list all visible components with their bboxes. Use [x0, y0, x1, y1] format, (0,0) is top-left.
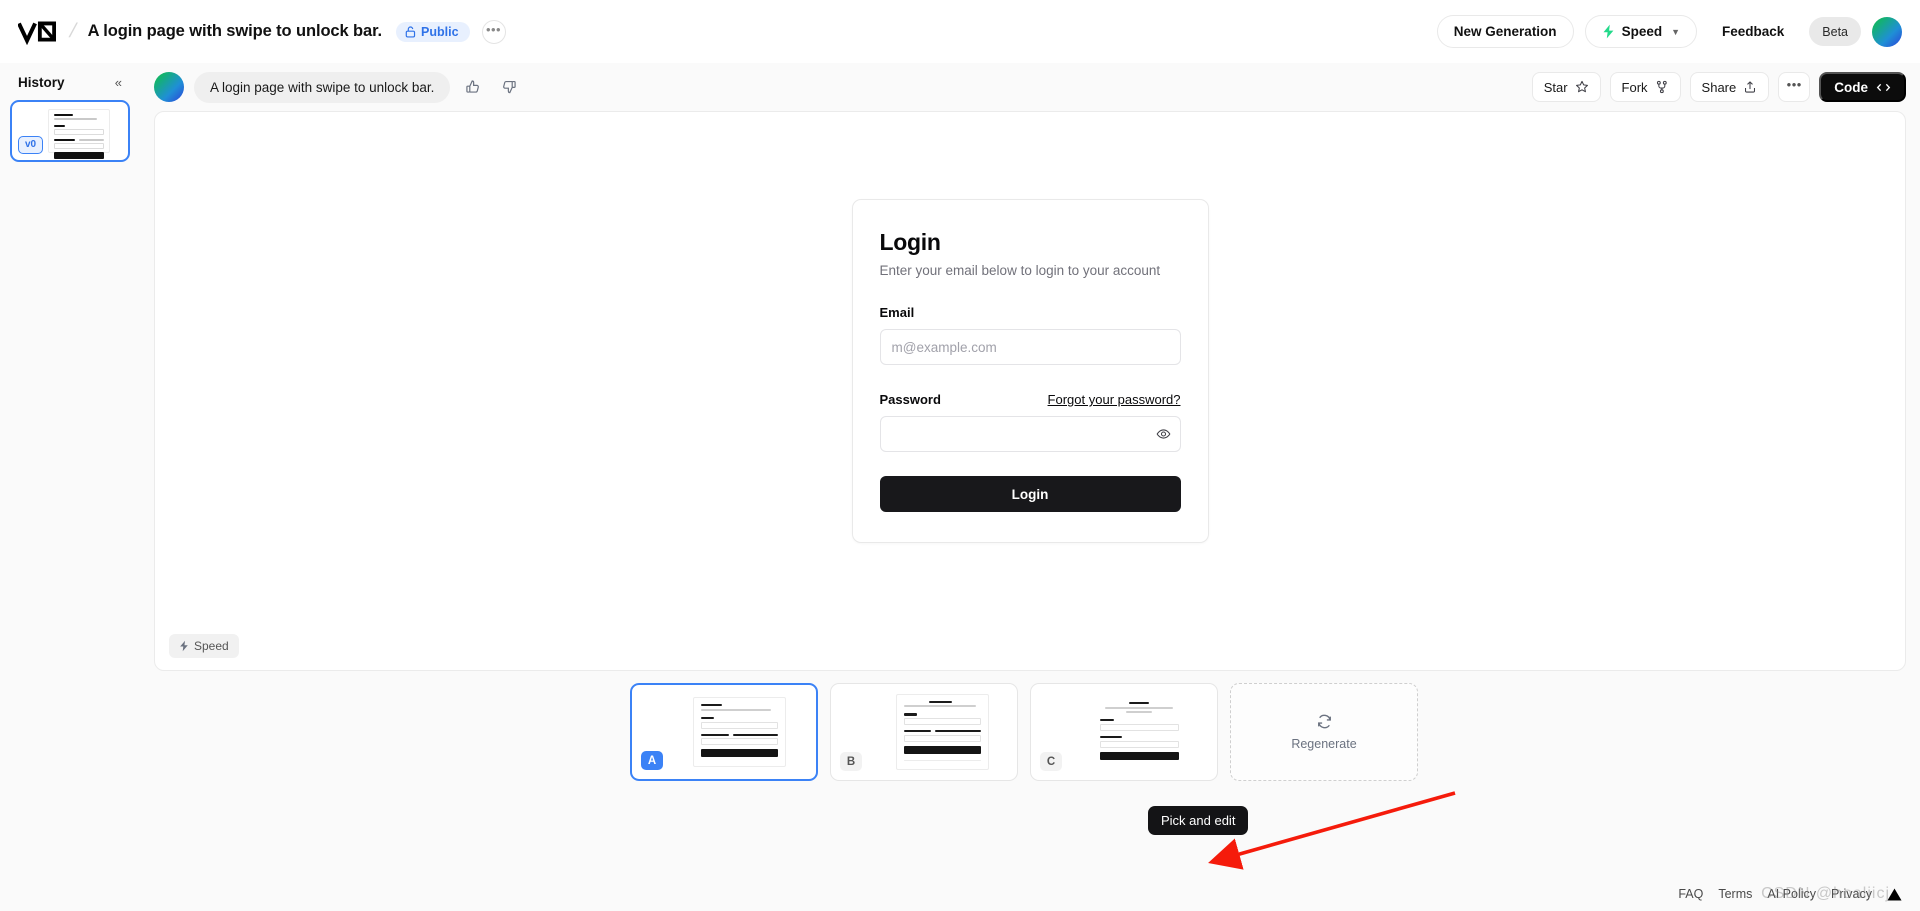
visibility-badge[interactable]: Public — [396, 21, 470, 42]
variant-card-c[interactable]: C — [1030, 683, 1218, 781]
variant-card-b[interactable]: B — [830, 683, 1018, 781]
chevron-down-icon: ▼ — [1671, 26, 1680, 37]
unlock-icon — [405, 25, 416, 38]
speed-mode-button[interactable]: Speed ▼ — [1584, 15, 1697, 48]
footer-link-ai-policy[interactable]: AI Policy — [1767, 887, 1816, 901]
star-button[interactable]: Star — [1531, 72, 1601, 102]
star-label: Star — [1543, 79, 1568, 95]
preview-area: Login Enter your email below to login to… — [140, 111, 1920, 671]
regenerate-label: Regenerate — [1291, 737, 1357, 751]
new-generation-button[interactable]: New Generation — [1436, 15, 1574, 48]
history-version-badge: v0 — [18, 136, 44, 154]
history-item-v0[interactable]: v0 — [10, 100, 130, 162]
beta-badge: Beta — [1809, 17, 1861, 46]
login-title: Login — [879, 229, 941, 255]
share-icon — [1745, 81, 1756, 93]
chevrons-left-icon[interactable]: « — [115, 76, 122, 89]
variant-thumbnail — [1092, 695, 1186, 769]
header-actions: New Generation Speed ▼ Feedback Beta — [1436, 15, 1902, 48]
footer-link-privacy[interactable]: Privacy — [1831, 887, 1872, 901]
generation-toolbar: A login page with swipe to unlock bar. S… — [140, 63, 1920, 111]
email-input[interactable] — [879, 329, 1181, 365]
share-button[interactable]: Share — [1689, 72, 1770, 102]
v0-logo-icon[interactable] — [18, 19, 66, 45]
history-sidebar: History « v0 — [0, 63, 140, 911]
pick-and-edit-tooltip: Pick and edit — [1148, 806, 1249, 835]
speed-status-badge: Speed — [169, 634, 239, 658]
password-label: Password — [879, 392, 941, 407]
history-thumbnail — [48, 109, 110, 159]
footer-link-faq[interactable]: FAQ — [1678, 887, 1703, 901]
star-icon — [1575, 80, 1588, 93]
code-button[interactable]: Code — [1819, 72, 1906, 102]
lightning-icon — [180, 640, 188, 652]
refresh-icon — [1317, 714, 1331, 729]
variant-thumbnail — [895, 693, 989, 771]
share-label: Share — [1701, 79, 1737, 95]
project-more-button[interactable]: ••• — [481, 19, 506, 44]
generation-more-button[interactable]: ••• — [1778, 72, 1811, 102]
fork-label: Fork — [1621, 79, 1648, 95]
sidebar-title: History — [18, 75, 65, 90]
login-subtitle: Enter your email below to login to your … — [879, 263, 1161, 278]
feedback-button[interactable]: Feedback — [1708, 15, 1798, 48]
forgot-password-link[interactable]: Forgot your password? — [1048, 392, 1181, 407]
sidebar-header: History « — [10, 71, 130, 100]
breadcrumb-separator: / — [67, 20, 79, 42]
assistant-avatar — [154, 72, 184, 102]
eye-icon[interactable] — [1156, 426, 1171, 441]
thumbs-up-icon[interactable] — [460, 74, 486, 100]
login-card: Login Enter your email below to login to… — [851, 199, 1209, 543]
speed-status-label: Speed — [194, 639, 229, 653]
main-panel: A login page with swipe to unlock bar. S… — [140, 63, 1920, 911]
variant-thumbnail — [692, 697, 786, 767]
speed-label: Speed — [1621, 24, 1663, 39]
variant-card-a[interactable]: A — [630, 683, 818, 781]
app-body: History « v0 A login page with swipe to … — [0, 63, 1920, 911]
login-submit-button[interactable]: Login — [879, 476, 1181, 512]
variant-strip: A B C Regenerate — [140, 671, 1920, 791]
new-generation-label: New Generation — [1453, 24, 1557, 39]
generation-actions: Star Fork Share ••• Code — [1531, 72, 1906, 102]
variant-badge-a: A — [641, 751, 663, 770]
page-title: A login page with swipe to unlock bar. — [87, 22, 383, 40]
thumbs-down-icon[interactable] — [496, 74, 522, 100]
feedback-label: Feedback — [1722, 24, 1785, 39]
user-avatar[interactable] — [1872, 16, 1902, 47]
visibility-label: Public — [421, 24, 459, 39]
fork-icon — [1656, 80, 1667, 94]
lightning-icon — [1603, 24, 1613, 39]
variant-badge-c: C — [1040, 752, 1062, 771]
preview-canvas: Login Enter your email below to login to… — [154, 111, 1906, 671]
code-label: Code — [1834, 79, 1868, 95]
code-brackets-icon — [1876, 83, 1891, 91]
email-field-group: Email — [879, 305, 1181, 365]
email-label: Email — [879, 305, 915, 320]
footer: FAQ Terms AI Policy Privacy — [1678, 887, 1902, 901]
footer-link-terms[interactable]: Terms — [1718, 887, 1752, 901]
fork-button[interactable]: Fork — [1609, 72, 1681, 102]
top-header: / A login page with swipe to unlock bar.… — [0, 0, 1920, 63]
vercel-triangle-icon — [1887, 888, 1902, 900]
password-field-group: Password Forgot your password? — [879, 392, 1181, 452]
beta-label: Beta — [1822, 24, 1848, 39]
password-input[interactable] — [879, 416, 1181, 452]
variant-badge-b: B — [840, 752, 862, 771]
regenerate-card[interactable]: Regenerate — [1230, 683, 1418, 781]
prompt-chip[interactable]: A login page with swipe to unlock bar. — [194, 71, 451, 103]
